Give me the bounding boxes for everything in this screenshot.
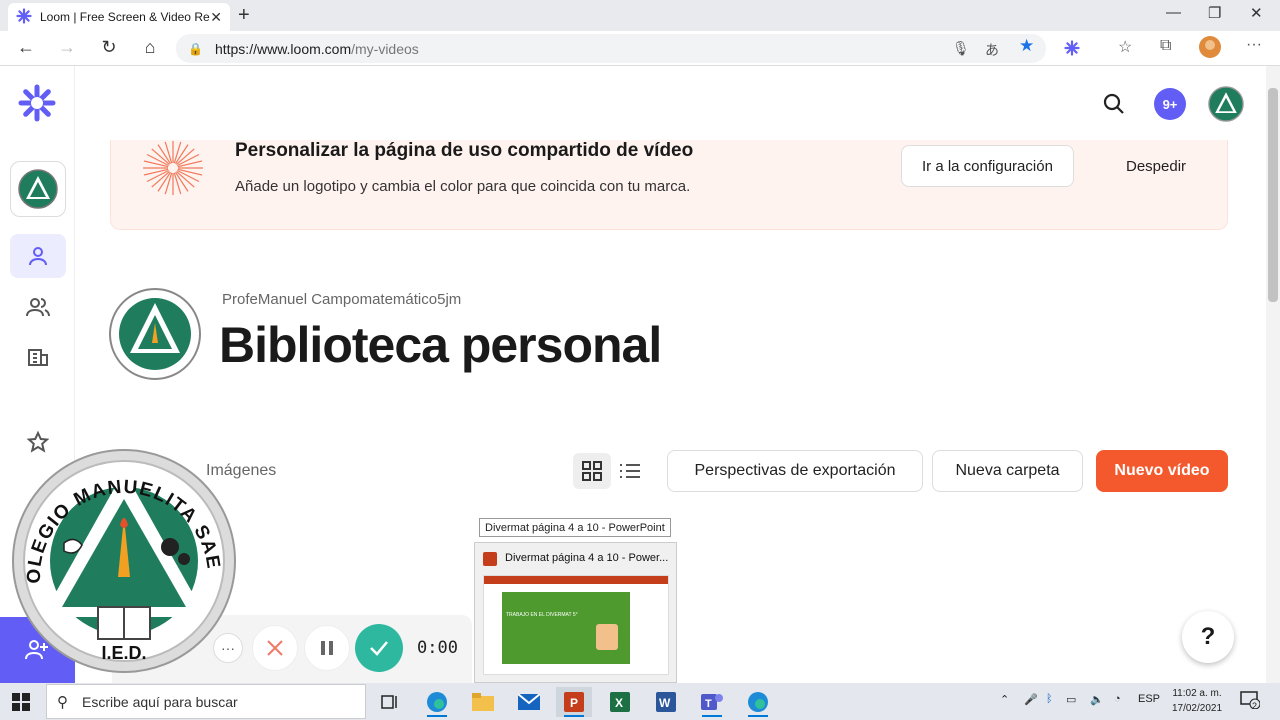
task-view-icon[interactable] [372,687,408,717]
mail-app-icon[interactable] [511,687,547,717]
browser-tab-loom[interactable]: Loom | Free Screen & Video Rec ✕ [8,3,230,31]
forward-icon[interactable]: → [55,37,79,58]
lock-icon: 🔒 [188,41,203,56]
slide-text: TRABAJO EN EL DIVERMAT 5° [506,612,578,618]
collections-icon[interactable]: ⧉ [1160,37,1171,55]
new-folder-button[interactable]: Nueva carpeta [932,450,1083,492]
recorder-finish-button[interactable] [355,624,403,672]
svg-text:W: W [659,696,671,710]
svg-text:P: P [570,696,578,710]
loom-extension-icon[interactable] [1064,40,1080,59]
recorder-cancel-button[interactable] [252,625,298,671]
notification-count: 2 [1252,701,1258,711]
microphone-tray-icon[interactable]: 🎤 [1024,693,1038,706]
svg-text:X: X [615,696,623,710]
library-owner-name: ProfeManuel Campomatemático5jm [222,291,462,308]
read-aloud-icon[interactable]: あ [985,40,999,60]
list-view-button[interactable] [613,453,647,489]
close-icon [267,640,283,656]
favorites-icon[interactable]: ☆ [1118,37,1132,57]
banner-subtitle: Añade un logotipo y cambia el color para… [235,178,691,195]
banner-title: Personalizar la página de uso compartido… [235,140,694,161]
scrollbar-thumb[interactable] [1268,88,1278,302]
back-icon[interactable]: ← [14,37,38,58]
workspace-logo[interactable] [10,161,66,217]
powerpoint-taskbar-icon[interactable]: P [556,687,592,717]
refresh-icon[interactable]: ↻ [97,37,121,58]
bluetooth-icon[interactable]: ᛒ [1046,693,1053,705]
export-insights-button[interactable]: Perspectivas de exportación [667,450,923,492]
preview-screenshot: TRABAJO EN EL DIVERMAT 5° [483,575,669,675]
recorder-pause-button[interactable] [304,625,350,671]
powerpoint-icon [483,552,497,566]
svg-text:T: T [705,698,712,710]
loom-logo-icon[interactable] [18,84,56,122]
grid-view-button[interactable] [573,453,611,489]
browser-tab-title: Loom | Free Screen & Video Rec [40,10,211,24]
home-icon[interactable]: ⌂ [138,37,162,58]
sidebar-item-workspace[interactable] [10,334,66,378]
people-icon [26,298,50,317]
excel-app-icon[interactable]: X [602,687,638,717]
word-app-icon[interactable]: W [648,687,684,717]
list-icon [620,464,640,478]
help-button[interactable]: ? [1182,611,1234,663]
url-host: https://www.loom.com [214,40,352,57]
check-icon [370,641,388,656]
taskbar-search-placeholder: Escribe aquí para buscar [82,693,238,710]
person-icon [29,247,47,266]
battery-icon[interactable]: ▭ [1066,693,1076,706]
pause-icon [321,641,333,655]
favorite-star-icon[interactable]: ★ [1019,36,1034,56]
customize-sharing-banner: Personalizar la página de uso compartido… [110,140,1228,230]
notifications-badge[interactable]: 9+ [1154,88,1186,120]
sidebar-item-personal[interactable] [10,234,66,278]
taskbar-clock[interactable]: 11:02 a. m. 17/02/2021 [1166,686,1228,716]
dismiss-button[interactable]: Despedir [1126,158,1186,175]
preview-window-title: Divermat página 4 a 10 - Power... [505,552,669,564]
recorder-time: 0:00 [417,638,458,658]
taskbar-tooltip: Divermat página 4 a 10 - PowerPoint [479,518,671,537]
search-icon: ⚲ [57,693,68,711]
logo-bottom-text: I.E.D. [101,643,146,663]
go-to-settings-button[interactable]: Ir a la configuración [901,145,1074,187]
language-indicator[interactable]: ESP [1138,693,1160,705]
microphone-icon[interactable]: 🎙 [952,40,970,57]
building-icon [28,349,48,366]
edge-app-icon-2[interactable] [740,687,776,717]
volume-icon[interactable]: 🔈 [1090,693,1104,706]
file-explorer-icon[interactable] [465,687,501,717]
clock-time: 11:02 a. m. [1172,688,1222,699]
user-avatar[interactable] [1208,86,1244,122]
browser-tab-bar: Loom | Free Screen & Video Rec ✕ + — ❐ ✕ [0,0,1280,31]
page-title: Biblioteca personal [219,317,662,373]
windows-start-icon[interactable] [12,693,30,716]
loom-favicon-icon [16,7,32,27]
url-field[interactable]: 🔒 https://www.loom.com/my-videos [176,34,1046,63]
url-path: /my-videos [351,40,419,57]
windows-taskbar: ⚲ Escribe aquí para buscar P X W T ⌃ 🎤 ᛒ… [0,683,1280,720]
more-menu-icon[interactable]: ··· [1246,36,1262,54]
restore-icon[interactable]: ❐ [1208,4,1221,22]
teams-app-icon[interactable]: T [694,687,730,717]
library-avatar [108,287,202,381]
search-icon[interactable] [1102,92,1126,121]
profile-icon[interactable] [1198,35,1222,62]
show-hidden-icons-icon[interactable]: ⌃ [1000,693,1009,706]
sunburst-icon [143,141,203,195]
taskbar-search-field[interactable]: ⚲ Escribe aquí para buscar [46,684,366,719]
close-tab-icon[interactable]: ✕ [210,9,222,26]
address-bar-row: ← → ↻ ⌂ 🔒 https://www.loom.com/my-videos… [0,31,1280,66]
new-video-button[interactable]: Nuevo vídeo [1096,450,1228,492]
close-window-icon[interactable]: ✕ [1250,4,1263,22]
wifi-icon[interactable]: ◔ [1114,693,1121,705]
clock-date: 17/02/2021 [1171,703,1223,714]
edge-app-icon[interactable] [419,687,455,717]
sidebar-item-team[interactable] [10,285,66,329]
powerpoint-preview-window[interactable]: Divermat página 4 a 10 - Power... TRABAJ… [474,542,677,683]
minimize-icon[interactable]: — [1166,4,1181,21]
grid-icon [582,461,602,481]
new-tab-icon[interactable]: + [238,4,250,27]
school-logo-overlay: COLEGIO MANUELITA SAENZ I.E.D. [2,431,238,675]
